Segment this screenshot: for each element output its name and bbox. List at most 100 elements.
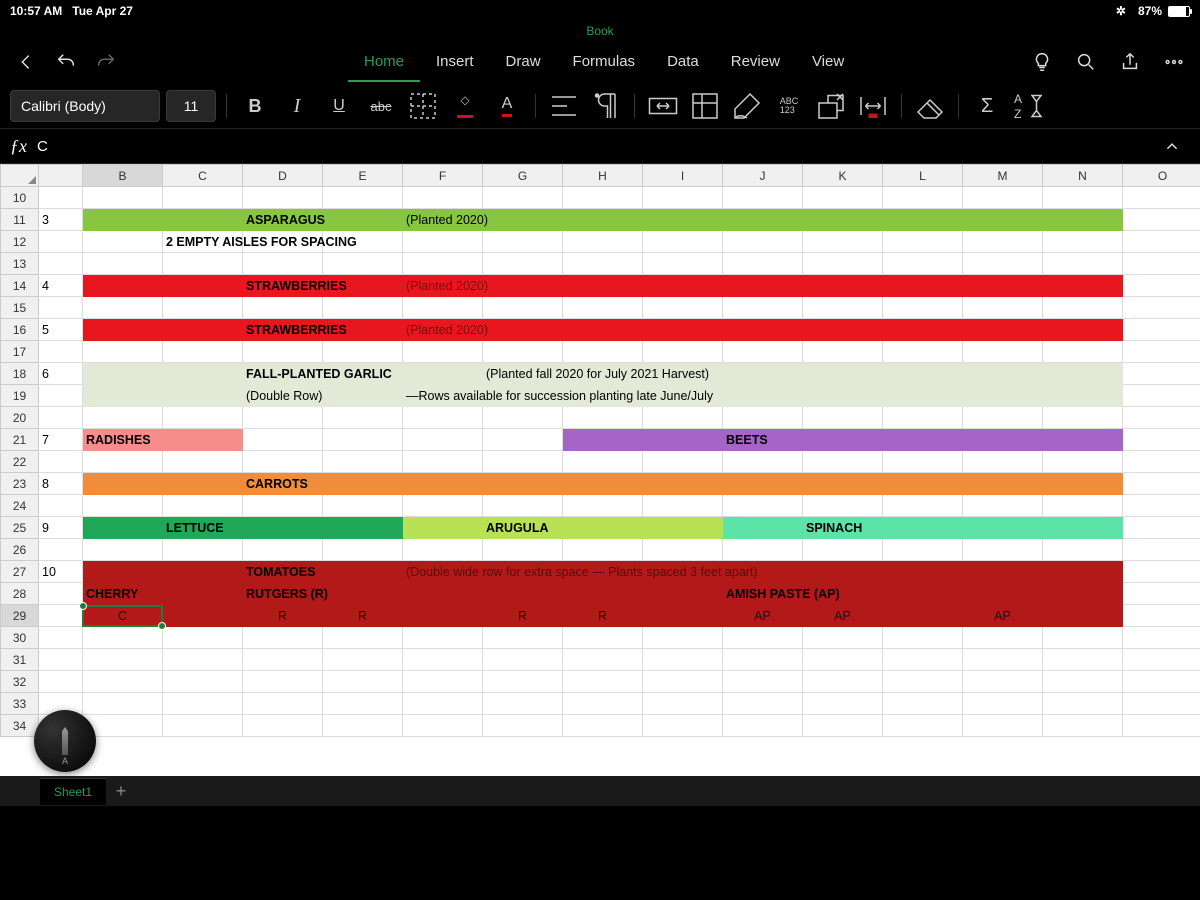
cell[interactable] — [963, 253, 1043, 275]
cell[interactable] — [1123, 671, 1200, 693]
cell[interactable] — [323, 429, 403, 451]
cell[interactable] — [563, 627, 643, 649]
tab-draw[interactable]: Draw — [490, 43, 557, 82]
cell-style-button[interactable] — [687, 90, 723, 122]
cell[interactable] — [1123, 429, 1200, 451]
cell[interactable] — [723, 451, 803, 473]
cell[interactable] — [643, 341, 723, 363]
cell[interactable] — [403, 231, 483, 253]
cell[interactable] — [39, 297, 83, 319]
cell[interactable] — [563, 253, 643, 275]
cell[interactable] — [1043, 495, 1123, 517]
cell[interactable]: (Planted fall 2020 for July 2021 Harvest… — [483, 363, 563, 385]
row-header[interactable]: 21 — [1, 429, 39, 451]
row-header[interactable]: 33 — [1, 693, 39, 715]
cell[interactable] — [483, 715, 563, 737]
cell[interactable]: STRAWBERRIES — [243, 319, 323, 341]
cell[interactable] — [323, 693, 403, 715]
cell[interactable] — [563, 517, 643, 539]
cell[interactable] — [1123, 363, 1200, 385]
cell[interactable] — [1043, 693, 1123, 715]
merge-button[interactable] — [645, 90, 681, 122]
cell[interactable] — [323, 385, 403, 407]
col-header[interactable]: O — [1123, 165, 1200, 187]
cell[interactable] — [483, 429, 563, 451]
more-icon[interactable] — [1156, 44, 1192, 80]
cell[interactable]: FALL-PLANTED GARLIC — [243, 363, 323, 385]
cell[interactable] — [963, 209, 1043, 231]
cell[interactable] — [963, 495, 1043, 517]
cell[interactable] — [1123, 297, 1200, 319]
cell[interactable] — [1043, 649, 1123, 671]
row-header[interactable]: 19 — [1, 385, 39, 407]
cell[interactable] — [963, 429, 1043, 451]
cell[interactable] — [963, 363, 1043, 385]
expand-formula-icon[interactable] — [1154, 128, 1190, 164]
cell[interactable] — [39, 385, 83, 407]
col-header[interactable]: K — [803, 165, 883, 187]
cell[interactable] — [39, 495, 83, 517]
cell[interactable] — [483, 297, 563, 319]
cell[interactable] — [643, 649, 723, 671]
cell[interactable]: (Planted 2020) — [403, 209, 483, 231]
cell[interactable]: (Double Row) — [243, 385, 323, 407]
cell[interactable]: AP — [963, 605, 1043, 627]
pen-tool-button[interactable]: A — [34, 710, 96, 772]
cell[interactable] — [83, 275, 163, 297]
cell[interactable] — [803, 715, 883, 737]
cell[interactable] — [83, 561, 163, 583]
cell[interactable]: AP — [803, 605, 883, 627]
cell[interactable] — [39, 341, 83, 363]
cell[interactable] — [643, 209, 723, 231]
cell[interactable] — [483, 319, 563, 341]
cell[interactable]: RUTGERS (R) — [243, 583, 323, 605]
cell[interactable] — [243, 649, 323, 671]
cell[interactable] — [723, 495, 803, 517]
cell[interactable] — [883, 715, 963, 737]
cell[interactable] — [803, 495, 883, 517]
row-header[interactable]: 32 — [1, 671, 39, 693]
cell[interactable] — [883, 319, 963, 341]
cell[interactable]: CHERRY — [83, 583, 163, 605]
cell[interactable] — [883, 517, 963, 539]
cell[interactable] — [643, 517, 723, 539]
fill-color-button[interactable] — [447, 90, 483, 122]
cell[interactable] — [1123, 209, 1200, 231]
col-header[interactable]: D — [243, 165, 323, 187]
cell[interactable] — [643, 627, 723, 649]
cell[interactable] — [1123, 561, 1200, 583]
cell[interactable] — [883, 363, 963, 385]
cell[interactable] — [243, 671, 323, 693]
cell[interactable] — [1043, 627, 1123, 649]
cell[interactable] — [963, 649, 1043, 671]
cell[interactable] — [1123, 539, 1200, 561]
sheet-tab-1[interactable]: Sheet1 — [40, 778, 106, 805]
cell[interactable] — [723, 297, 803, 319]
add-sheet-button[interactable]: + — [106, 781, 136, 802]
cell[interactable] — [1043, 209, 1123, 231]
cell[interactable] — [83, 341, 163, 363]
cell[interactable] — [563, 209, 643, 231]
autofit-button[interactable] — [855, 90, 891, 122]
cell[interactable] — [723, 407, 803, 429]
cell[interactable] — [483, 583, 563, 605]
cell[interactable] — [1043, 429, 1123, 451]
cell[interactable] — [163, 451, 243, 473]
undo-button[interactable] — [48, 44, 84, 80]
cell[interactable] — [883, 385, 963, 407]
cell[interactable] — [483, 649, 563, 671]
cell[interactable] — [1043, 561, 1123, 583]
cell[interactable] — [643, 715, 723, 737]
cell[interactable] — [803, 473, 883, 495]
cell[interactable]: (Planted 2020) — [403, 319, 483, 341]
cell[interactable] — [483, 231, 563, 253]
cell[interactable] — [163, 319, 243, 341]
cell[interactable] — [163, 253, 243, 275]
cell[interactable] — [483, 495, 563, 517]
cell[interactable] — [723, 539, 803, 561]
cell[interactable] — [1123, 407, 1200, 429]
cell[interactable] — [323, 209, 403, 231]
cell[interactable] — [1123, 341, 1200, 363]
cell[interactable]: AP — [723, 605, 803, 627]
row-header[interactable]: 13 — [1, 253, 39, 275]
